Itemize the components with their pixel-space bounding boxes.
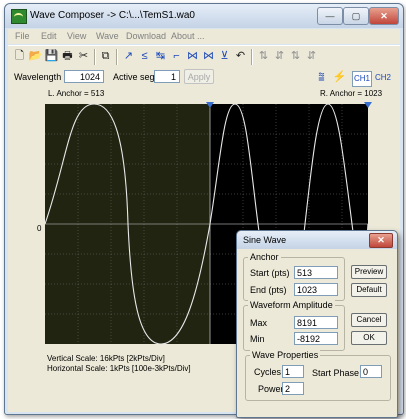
- preview-button[interactable]: Preview: [351, 265, 387, 279]
- print-icon[interactable]: 🖶: [60, 49, 75, 64]
- power-input[interactable]: 2: [282, 382, 304, 395]
- amplitude-group-label: Waveform Amplitude: [248, 300, 335, 310]
- title-bar[interactable]: Wave Composer -> C:\...\TemS1.wa0 — ▢ ✕: [5, 4, 403, 28]
- dialog-title-bar[interactable]: Sine Wave ✕: [237, 231, 397, 249]
- maximize-button[interactable]: ▢: [343, 7, 369, 25]
- toolbar-separator: [116, 49, 118, 65]
- cycles-input[interactable]: 1: [282, 365, 304, 378]
- wave-tool-3-icon[interactable]: ↹: [153, 49, 168, 64]
- end-pts-input[interactable]: 1023: [294, 283, 338, 296]
- menu-file[interactable]: File: [15, 31, 30, 41]
- new-file-icon[interactable]: 🗋: [12, 49, 27, 64]
- menu-bar: File Edit View Wave Download About ...: [8, 29, 400, 44]
- tab-ch2[interactable]: CH2: [374, 71, 392, 85]
- minimize-button[interactable]: —: [317, 7, 343, 25]
- wavelength-label: Wavelength: [14, 72, 62, 82]
- wave-tool-1-icon[interactable]: ↗: [121, 49, 136, 64]
- tab-ch1[interactable]: CH1: [352, 71, 372, 87]
- ok-button[interactable]: OK: [351, 331, 387, 345]
- save-icon[interactable]: 💾: [44, 49, 59, 64]
- disabled-tool-4-icon: ⇵: [306, 50, 317, 62]
- copy-icon[interactable]: ⧉: [98, 49, 113, 64]
- apply-button[interactable]: Apply: [184, 69, 214, 84]
- power-label: Power: [258, 384, 284, 394]
- disabled-tool-1-icon: ⇅: [258, 50, 269, 62]
- wavelength-input[interactable]: 1024: [64, 70, 104, 83]
- start-pts-label: Start (pts): [250, 268, 290, 278]
- download-waveform-icon[interactable]: ⩰: [314, 70, 329, 85]
- horizontal-scale-text: Horizontal Scale: 1kPts [100e-3kPts/Div]: [47, 364, 191, 373]
- vertical-scale-text: Vertical Scale: 16kPts [2kPts/Div]: [47, 354, 165, 363]
- anchor-group-label: Anchor: [248, 252, 281, 262]
- default-button[interactable]: Default: [351, 283, 387, 297]
- toolbar-separator: [94, 49, 96, 65]
- cycles-label: Cycles: [254, 367, 282, 377]
- left-anchor-label: L. Anchor = 513: [48, 89, 105, 98]
- open-folder-icon[interactable]: 📂: [28, 49, 43, 64]
- wave-tool-4-icon[interactable]: ⌐: [169, 49, 184, 64]
- start-phase-label: Start Phase: [312, 368, 360, 378]
- wave-properties-group: Wave Properties Cycles 1 Start Phase 0 P…: [245, 350, 391, 401]
- toolbar: 🗋 📂 💾 🖶 ✂ ⧉ ↗ ≤ ↹ ⌐ ⋈ ⋈ ⊻ ↶ ⇅ ⇵ ⇅ ⇵: [8, 45, 400, 69]
- toolbar-separator: [251, 49, 253, 65]
- cut-icon[interactable]: ✂: [76, 49, 91, 64]
- dialog-title: Sine Wave: [243, 235, 287, 245]
- wave-tool-5-icon[interactable]: ⋈: [185, 49, 200, 64]
- amplitude-group: Waveform Amplitude Max 8191 Min -8192: [243, 300, 345, 351]
- control-bar: Wavelength 1024 Active seg 1 Apply ⩰ ⚡ C…: [8, 68, 400, 88]
- sine-wave-dialog: Sine Wave ✕ Anchor Start (pts) 513 End (…: [236, 230, 398, 418]
- dialog-close-button[interactable]: ✕: [369, 233, 393, 248]
- anchor-group: Anchor Start (pts) 513 End (pts) 1023: [243, 252, 345, 301]
- wave-properties-group-label: Wave Properties: [250, 350, 321, 360]
- active-seg-input[interactable]: 1: [154, 70, 180, 83]
- disabled-tool-3-icon: ⇅: [290, 50, 301, 62]
- end-pts-label: End (pts): [250, 285, 287, 295]
- anchor-row: L. Anchor = 513 R. Anchor = 1023: [8, 88, 400, 102]
- min-input[interactable]: -8192: [294, 332, 338, 345]
- max-input[interactable]: 8191: [294, 316, 338, 329]
- window-title: Wave Composer -> C:\...\TemS1.wa0: [30, 10, 195, 21]
- wave-tool-2-icon[interactable]: ≤: [137, 49, 152, 64]
- min-label: Min: [250, 334, 265, 344]
- cancel-button[interactable]: Cancel: [351, 313, 387, 327]
- menu-download[interactable]: Download: [126, 31, 166, 41]
- menu-view[interactable]: View: [67, 31, 86, 41]
- lightning-icon[interactable]: ⚡: [332, 70, 347, 85]
- wave-tool-7-icon[interactable]: ⊻: [217, 49, 232, 64]
- undo-icon[interactable]: ↶: [233, 49, 248, 64]
- menu-wave[interactable]: Wave: [96, 31, 119, 41]
- menu-about[interactable]: About ...: [171, 31, 205, 41]
- app-icon: [11, 9, 27, 24]
- active-seg-label: Active seg: [113, 72, 155, 82]
- start-pts-input[interactable]: 513: [294, 266, 338, 279]
- close-button[interactable]: ✕: [369, 7, 399, 25]
- wave-tool-6-icon[interactable]: ⋈: [201, 49, 216, 64]
- max-label: Max: [250, 318, 268, 328]
- right-anchor-label: R. Anchor = 1023: [320, 89, 383, 98]
- disabled-tool-2-icon: ⇵: [274, 50, 285, 62]
- start-phase-input[interactable]: 0: [360, 365, 382, 378]
- menu-edit[interactable]: Edit: [41, 31, 57, 41]
